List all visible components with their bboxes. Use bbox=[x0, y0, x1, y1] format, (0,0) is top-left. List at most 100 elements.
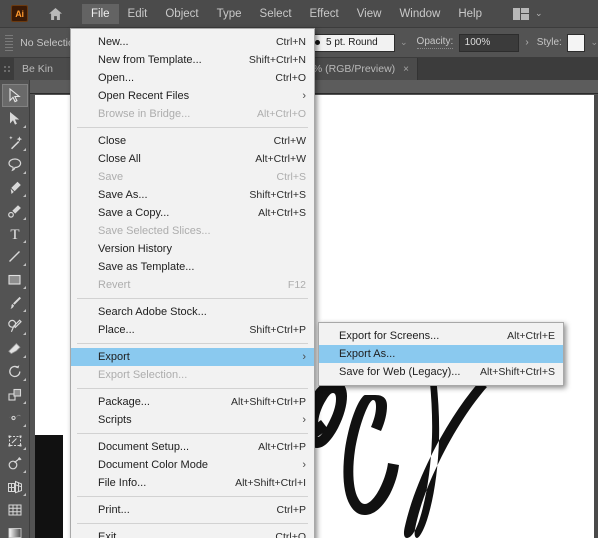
menu-item-shortcut: Alt+Shift+Ctrl+S bbox=[480, 366, 555, 378]
menu-separator bbox=[77, 298, 308, 299]
export-submenu: Export for Screens... Alt+Ctrl+E Export As… bbox=[318, 322, 564, 386]
file-menu-item-exit[interactable]: Exit Ctrl+Q bbox=[71, 528, 314, 538]
menu-file[interactable]: File bbox=[82, 3, 119, 24]
shape-builder-tool[interactable] bbox=[2, 452, 28, 475]
menu-item-label: Save a Copy... bbox=[98, 207, 170, 219]
file-menu-item-place[interactable]: Place... Shift+Ctrl+P bbox=[71, 321, 314, 339]
vertical-scrollbar[interactable] bbox=[594, 95, 598, 538]
home-icon[interactable] bbox=[46, 5, 64, 23]
menu-item-label: Export As... bbox=[339, 348, 396, 360]
stroke-profile-select[interactable]: 5 pt. Round bbox=[308, 33, 395, 52]
menu-item-shortcut: Ctrl+W bbox=[273, 135, 306, 147]
submenu-arrow-icon: › bbox=[302, 414, 306, 426]
file-menu-item-print[interactable]: Print... Ctrl+P bbox=[71, 501, 314, 519]
curvature-tool[interactable] bbox=[2, 199, 28, 222]
file-menu-item-document-color-mode[interactable]: Document Color Mode › bbox=[71, 456, 314, 474]
file-menu-item-close[interactable]: Close Ctrl+W bbox=[71, 132, 314, 150]
menu-window[interactable]: Window bbox=[390, 4, 449, 24]
paintbrush-tool[interactable] bbox=[2, 291, 28, 314]
graphic-style-swatch[interactable] bbox=[567, 33, 586, 52]
rotate-tool[interactable] bbox=[2, 360, 28, 383]
illustrator-window: Ai File Edit Object Type Select Effect V… bbox=[0, 0, 598, 538]
menu-separator bbox=[77, 433, 308, 434]
file-menu-item-browse-in-bridge: Browse in Bridge... Alt+Ctrl+O bbox=[71, 105, 314, 123]
scale-tool[interactable] bbox=[2, 383, 28, 406]
menu-select[interactable]: Select bbox=[251, 4, 301, 24]
menu-help[interactable]: Help bbox=[449, 4, 491, 24]
file-menu-item-file-info[interactable]: File Info... Alt+Shift+Ctrl+I bbox=[71, 474, 314, 492]
chevron-down-icon: ⌄ bbox=[535, 8, 543, 18]
file-menu-item-save-as-template[interactable]: Save as Template... bbox=[71, 258, 314, 276]
menu-item-label: Open... bbox=[98, 72, 135, 84]
file-menu-item-close-all[interactable]: Close All Alt+Ctrl+W bbox=[71, 150, 314, 168]
gradient-tool[interactable] bbox=[2, 521, 28, 538]
menu-item-label: Save for Web (Legacy)... bbox=[339, 366, 461, 378]
file-menu-item-new-from-template[interactable]: New from Template... Shift+Ctrl+N bbox=[71, 51, 314, 69]
file-menu-item-open[interactable]: Open... Ctrl+O bbox=[71, 69, 314, 87]
menu-object[interactable]: Object bbox=[156, 4, 207, 24]
menu-edit[interactable]: Edit bbox=[119, 4, 157, 24]
file-menu-item-document-setup[interactable]: Document Setup... Alt+Ctrl+P bbox=[71, 438, 314, 456]
menu-view[interactable]: View bbox=[348, 4, 391, 24]
chevron-down-icon[interactable]: ⌄ bbox=[590, 37, 598, 48]
menu-item-shortcut: Alt+Ctrl+P bbox=[258, 441, 306, 453]
menu-separator bbox=[77, 127, 308, 128]
menu-item-shortcut: Shift+Ctrl+P bbox=[249, 324, 306, 336]
menu-item-label: Save bbox=[98, 171, 124, 183]
direct-selection-tool[interactable] bbox=[2, 107, 28, 130]
close-icon[interactable]: × bbox=[403, 64, 409, 75]
free-transform-tool[interactable] bbox=[2, 429, 28, 452]
document-tab-name: Be Kin bbox=[22, 63, 53, 75]
magic-wand-tool[interactable] bbox=[2, 130, 28, 153]
opacity-input[interactable]: 100% bbox=[458, 33, 520, 52]
submenu-arrow-icon: › bbox=[302, 459, 306, 471]
type-tool[interactable]: T bbox=[2, 222, 28, 245]
menu-item-label: Search Adobe Stock... bbox=[98, 306, 207, 318]
mesh-tool[interactable] bbox=[2, 498, 28, 521]
selection-tool[interactable] bbox=[1, 84, 28, 107]
lasso-tool[interactable] bbox=[2, 153, 28, 176]
rectangle-tool[interactable] bbox=[2, 268, 28, 291]
menu-type[interactable]: Type bbox=[208, 4, 251, 24]
submenu-arrow-icon: › bbox=[302, 351, 306, 363]
export-submenu-item-export-for-screens[interactable]: Export for Screens... Alt+Ctrl+E bbox=[319, 327, 563, 345]
file-menu-item-save-a-copy[interactable]: Save a Copy... Alt+Ctrl+S bbox=[71, 204, 314, 222]
file-menu-item-save: Save Ctrl+S bbox=[71, 168, 314, 186]
menu-item-label: Scripts bbox=[98, 414, 132, 426]
export-submenu-item-export-as[interactable]: Export As... bbox=[319, 345, 563, 363]
tab-bar-grip[interactable] bbox=[0, 58, 14, 80]
export-submenu-item-save-for-web-legacy[interactable]: Save for Web (Legacy)... Alt+Shift+Ctrl+S bbox=[319, 363, 563, 381]
file-menu-item-open-recent-files[interactable]: Open Recent Files › bbox=[71, 87, 314, 105]
workspace-grid-icon bbox=[513, 7, 529, 20]
opacity-flyout-arrow-icon[interactable]: › bbox=[525, 37, 528, 48]
file-menu-item-export[interactable]: Export › bbox=[71, 348, 314, 366]
shaper-tool[interactable] bbox=[2, 314, 28, 337]
menu-bar: Ai File Edit Object Type Select Effect V… bbox=[0, 0, 598, 28]
pen-tool[interactable] bbox=[2, 176, 28, 199]
file-menu-item-package[interactable]: Package... Alt+Shift+Ctrl+P bbox=[71, 393, 314, 411]
menu-effect[interactable]: Effect bbox=[301, 4, 348, 24]
line-segment-tool[interactable] bbox=[2, 245, 28, 268]
chevron-down-icon[interactable]: ⌄ bbox=[400, 37, 408, 48]
width-tool[interactable] bbox=[2, 406, 28, 429]
menu-item-shortcut: Ctrl+Q bbox=[275, 531, 306, 538]
menu-item-shortcut: Alt+Ctrl+W bbox=[255, 153, 306, 165]
file-menu-item-scripts[interactable]: Scripts › bbox=[71, 411, 314, 429]
file-menu-item-search-adobe-stock[interactable]: Search Adobe Stock... bbox=[71, 303, 314, 321]
file-menu-item-version-history[interactable]: Version History bbox=[71, 240, 314, 258]
menu-item-shortcut: Alt+Shift+Ctrl+P bbox=[231, 396, 306, 408]
menu-separator bbox=[77, 496, 308, 497]
menu-item-label: Document Setup... bbox=[98, 441, 190, 453]
menu-item-shortcut: Alt+Ctrl+O bbox=[256, 108, 306, 120]
menu-item-shortcut: Ctrl+N bbox=[275, 36, 306, 48]
workspace-switcher[interactable]: ⌄ bbox=[513, 7, 543, 20]
app-logo-icon[interactable]: Ai bbox=[11, 5, 28, 22]
file-menu-item-save-as[interactable]: Save As... Shift+Ctrl+S bbox=[71, 186, 314, 204]
file-menu-item-new[interactable]: New... Ctrl+N bbox=[71, 33, 314, 51]
menu-item-label: Save As... bbox=[98, 189, 148, 201]
file-menu-dropdown: New... Ctrl+N New from Template... Shift+Ct… bbox=[70, 28, 315, 538]
menu-separator bbox=[77, 523, 308, 524]
eraser-tool[interactable] bbox=[2, 337, 28, 360]
perspective-grid-tool[interactable] bbox=[2, 475, 28, 498]
control-bar-grip[interactable] bbox=[5, 34, 14, 51]
